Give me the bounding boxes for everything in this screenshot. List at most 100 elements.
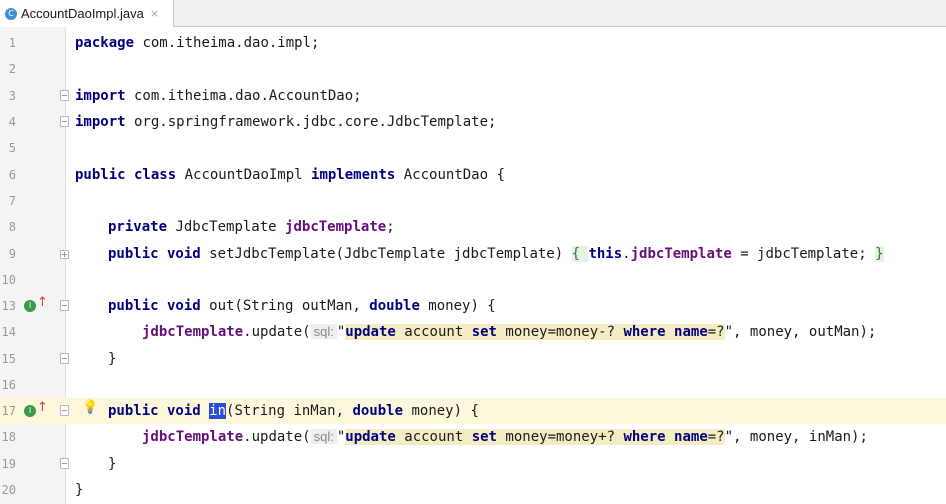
code-line-9[interactable]: 9 public void setJdbcTemplate(JdbcTempla…	[0, 241, 946, 267]
code-editor[interactable]: 1 package com.itheima.dao.impl; 2 3 impo…	[0, 27, 946, 504]
code-token: = jdbcTemplate;	[731, 246, 876, 262]
sql-token: account	[395, 429, 472, 445]
code-token: JdbcTemplate	[167, 219, 286, 235]
code-line-15-real[interactable]: }	[0, 346, 946, 372]
code-token: , money, inMan);	[733, 429, 868, 445]
code-token: AccountDao {	[395, 167, 505, 183]
field-name: jdbcTemplate	[285, 219, 387, 235]
line-number: 17	[1, 404, 16, 418]
code-line-20-real[interactable]: }	[0, 477, 946, 503]
fold-close-icon[interactable]	[60, 90, 69, 101]
selected-text: in	[209, 403, 227, 419]
code-text: }	[108, 456, 117, 472]
code-text: public void setJdbcTemplate(JdbcTemplate…	[108, 241, 884, 267]
code-token: "	[336, 324, 346, 340]
override-method-icon[interactable]: I	[24, 405, 36, 417]
line-number: 6	[8, 168, 16, 182]
sql-keyword: set	[471, 429, 497, 445]
line-number: 13	[1, 299, 16, 313]
override-method-icon[interactable]: I	[24, 300, 36, 312]
code-line-8[interactable]: 8 private JdbcTemplate jdbcTemplate;	[0, 214, 946, 240]
sql-keyword: name	[674, 429, 708, 445]
sql-keyword: set	[471, 324, 497, 340]
code-token: com.itheima.dao.AccountDao;	[125, 88, 362, 104]
sql-keyword: update	[345, 324, 396, 340]
keyword: private	[108, 219, 168, 235]
line-number: 16	[1, 378, 16, 392]
code-text: jdbcTemplate.update(sql: "update account …	[142, 424, 868, 450]
code-text: import org.springframework.jdbc.core.Jdb…	[75, 109, 496, 135]
keyword: public void	[108, 403, 201, 419]
keyword: this	[588, 246, 623, 262]
code-line-14-real[interactable]: jdbcTemplate.update(sql: "update account …	[0, 319, 946, 345]
code-line-10[interactable]: 10	[0, 267, 946, 293]
lightbulb-icon[interactable]: 💡	[82, 400, 98, 415]
code-text: private JdbcTemplate jdbcTemplate;	[108, 214, 395, 240]
code-line-14b[interactable]	[0, 372, 946, 398]
line-number: 7	[8, 194, 16, 208]
java-class-icon: C	[5, 7, 17, 20]
sql-keyword: update	[345, 429, 396, 445]
code-line-4[interactable]: 4 import org.springframework.jdbc.core.J…	[0, 109, 946, 135]
code-token: {	[571, 246, 589, 262]
keyword: public void	[108, 298, 201, 314]
fold-close-icon[interactable]	[60, 458, 69, 469]
tab-accountdaoimpl[interactable]: C AccountDaoImpl.java ×	[0, 0, 174, 27]
code-line-1[interactable]: 1 package com.itheima.dao.impl;	[0, 30, 946, 56]
code-text: import com.itheima.dao.AccountDao;	[75, 83, 362, 109]
code-text: public void out(String outMan, double mo…	[108, 293, 496, 319]
fold-close-icon[interactable]	[60, 116, 69, 127]
sql-token: account	[395, 324, 472, 340]
code-line-19-real[interactable]: }	[0, 451, 946, 477]
sql-keyword: where	[623, 429, 666, 445]
editor-tab-bar: C AccountDaoImpl.java ×	[0, 0, 946, 27]
code-line-5[interactable]: 5	[0, 135, 946, 161]
parameter-hint: sql:	[310, 429, 337, 444]
code-text: public void in(String inMan, double mone…	[108, 398, 479, 424]
close-icon[interactable]: ×	[150, 7, 159, 20]
code-line-3[interactable]: 3 import com.itheima.dao.AccountDao;	[0, 83, 946, 109]
parameter-hint: sql:	[310, 324, 337, 339]
code-line-18-real[interactable]: jdbcTemplate.update(sql: "update account …	[0, 424, 946, 450]
line-number: 19	[1, 457, 16, 471]
fold-close-icon[interactable]	[60, 405, 69, 416]
fold-close-icon[interactable]	[60, 353, 69, 364]
sql-keyword: where	[623, 324, 666, 340]
code-token: out(String outMan,	[200, 298, 370, 314]
keyword: double	[352, 403, 404, 419]
tab-label: AccountDaoImpl.java	[21, 6, 144, 21]
code-line-2[interactable]: 2	[0, 56, 946, 82]
keyword: double	[369, 298, 420, 314]
line-number: 10	[1, 273, 16, 287]
code-token: money) {	[403, 403, 479, 419]
code-token: AccountDaoImpl	[176, 167, 312, 183]
code-token: (String inMan,	[226, 403, 353, 419]
code-line-7[interactable]: 7	[0, 188, 946, 214]
sql-token: =?	[707, 429, 725, 445]
code-token: }	[875, 246, 884, 262]
code-line-17-real[interactable]: I ↑ 💡 public void in(String inMan, doubl…	[0, 398, 946, 424]
code-token: setJdbcTemplate(JdbcTemplate jdbcTemplat…	[200, 246, 572, 262]
line-number: 8	[8, 220, 16, 234]
code-text: package com.itheima.dao.impl;	[75, 30, 319, 56]
code-token: .update(	[243, 324, 311, 340]
line-number: 9	[8, 247, 16, 261]
line-number: 1	[8, 36, 16, 50]
code-token: "	[724, 324, 734, 340]
keyword: import	[75, 114, 126, 130]
keyword: public void	[108, 246, 201, 262]
sql-token: money=money-?	[497, 324, 624, 340]
code-text: public class AccountDaoImpl implements A…	[75, 162, 505, 188]
fold-expand-icon[interactable]	[60, 250, 69, 259]
line-number: 5	[8, 141, 16, 155]
code-text: }	[108, 351, 117, 367]
code-line-13-real[interactable]: I ↑ public void out(String outMan, doubl…	[0, 293, 946, 319]
fold-close-icon[interactable]	[60, 300, 69, 311]
code-line-6[interactable]: 6 public class AccountDaoImpl implements…	[0, 162, 946, 188]
keyword: public class	[75, 167, 177, 183]
line-number: 3	[8, 89, 16, 103]
keyword: import	[75, 88, 126, 104]
line-number: 18	[1, 430, 16, 444]
